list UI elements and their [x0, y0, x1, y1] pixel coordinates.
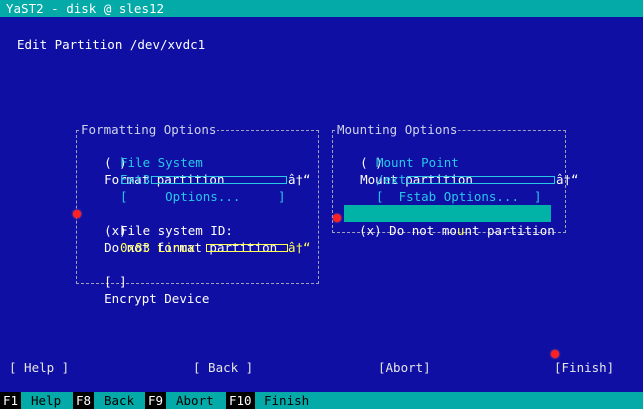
mount-point-combo[interactable]: /ext â†“: [376, 171, 579, 188]
file-system-id-label: File system ID:: [120, 223, 233, 238]
file-system-id-dropdown-arrow-icon: â†“: [288, 240, 311, 255]
f1-label[interactable]: Help: [31, 392, 61, 409]
abort-button[interactable]: [Abort]: [378, 359, 431, 376]
do-not-mount-radio-label-a: Do not mo: [389, 223, 457, 238]
mount-point-value: /ext: [376, 172, 407, 187]
file-system-combo[interactable]: Ext3 â†“: [120, 171, 318, 188]
file-system-dropdown-arrow-icon: â†“: [288, 172, 311, 187]
mount-point-dropdown-arrow-icon: â†“: [556, 172, 579, 187]
focus-marker-icon: [333, 214, 341, 222]
file-system-id-fill: [206, 244, 288, 252]
mount-point-fill: [407, 176, 555, 184]
file-system-value: Ext3: [120, 172, 151, 187]
file-system-label: File System: [120, 155, 203, 170]
do-not-mount-radio-label-b: nt partition: [464, 223, 555, 238]
file-system-id-combo[interactable]: 0x83 Linux â†“: [120, 239, 318, 256]
mount-point-label: Mount Point: [376, 155, 459, 170]
do-not-mount-radio-mark: (x): [359, 223, 382, 238]
help-button[interactable]: [ Help ]: [9, 359, 69, 376]
file-system-id-value: 0x83 Linux: [120, 240, 196, 255]
f10-key[interactable]: F10: [226, 392, 255, 409]
fstab-options-button[interactable]: [ Fstab Options... ]: [376, 188, 542, 205]
file-system-fill: [151, 176, 287, 184]
encrypt-device-checkbox[interactable]: [ ] Encrypt Device: [89, 256, 209, 307]
window-title-bar: YaST2 - disk @ sles12: [0, 0, 643, 17]
focus-marker-icon: [73, 210, 81, 218]
formatting-options-button[interactable]: [ Options... ]: [120, 188, 286, 205]
f8-label[interactable]: Back: [104, 392, 134, 409]
formatting-options-title: Formatting Options: [80, 121, 218, 138]
f8-key[interactable]: F8: [73, 392, 95, 409]
encrypt-device-checkbox-label: Encrypt Device: [104, 291, 210, 306]
dialog-title: Edit Partition /dev/xvdc1: [17, 37, 206, 52]
mounting-options-title: Mounting Options: [336, 121, 459, 138]
finish-button[interactable]: [Finish]: [554, 359, 614, 376]
window-title: YaST2 - disk @ sles12: [6, 1, 165, 16]
function-key-bar: F1 Help F8 Back F9 Abort F10 Finish: [0, 392, 643, 409]
f9-label[interactable]: Abort: [176, 392, 214, 409]
f10-label[interactable]: Finish: [264, 392, 309, 409]
back-button[interactable]: [ Back ]: [193, 359, 253, 376]
f1-key[interactable]: F1: [0, 392, 22, 409]
do-not-mount-radio[interactable]: (x) Do not mount partition: [344, 205, 555, 238]
focus-marker-icon: [551, 350, 559, 358]
encrypt-device-checkbox-mark: [ ]: [104, 274, 127, 289]
f9-key[interactable]: F9: [145, 392, 167, 409]
